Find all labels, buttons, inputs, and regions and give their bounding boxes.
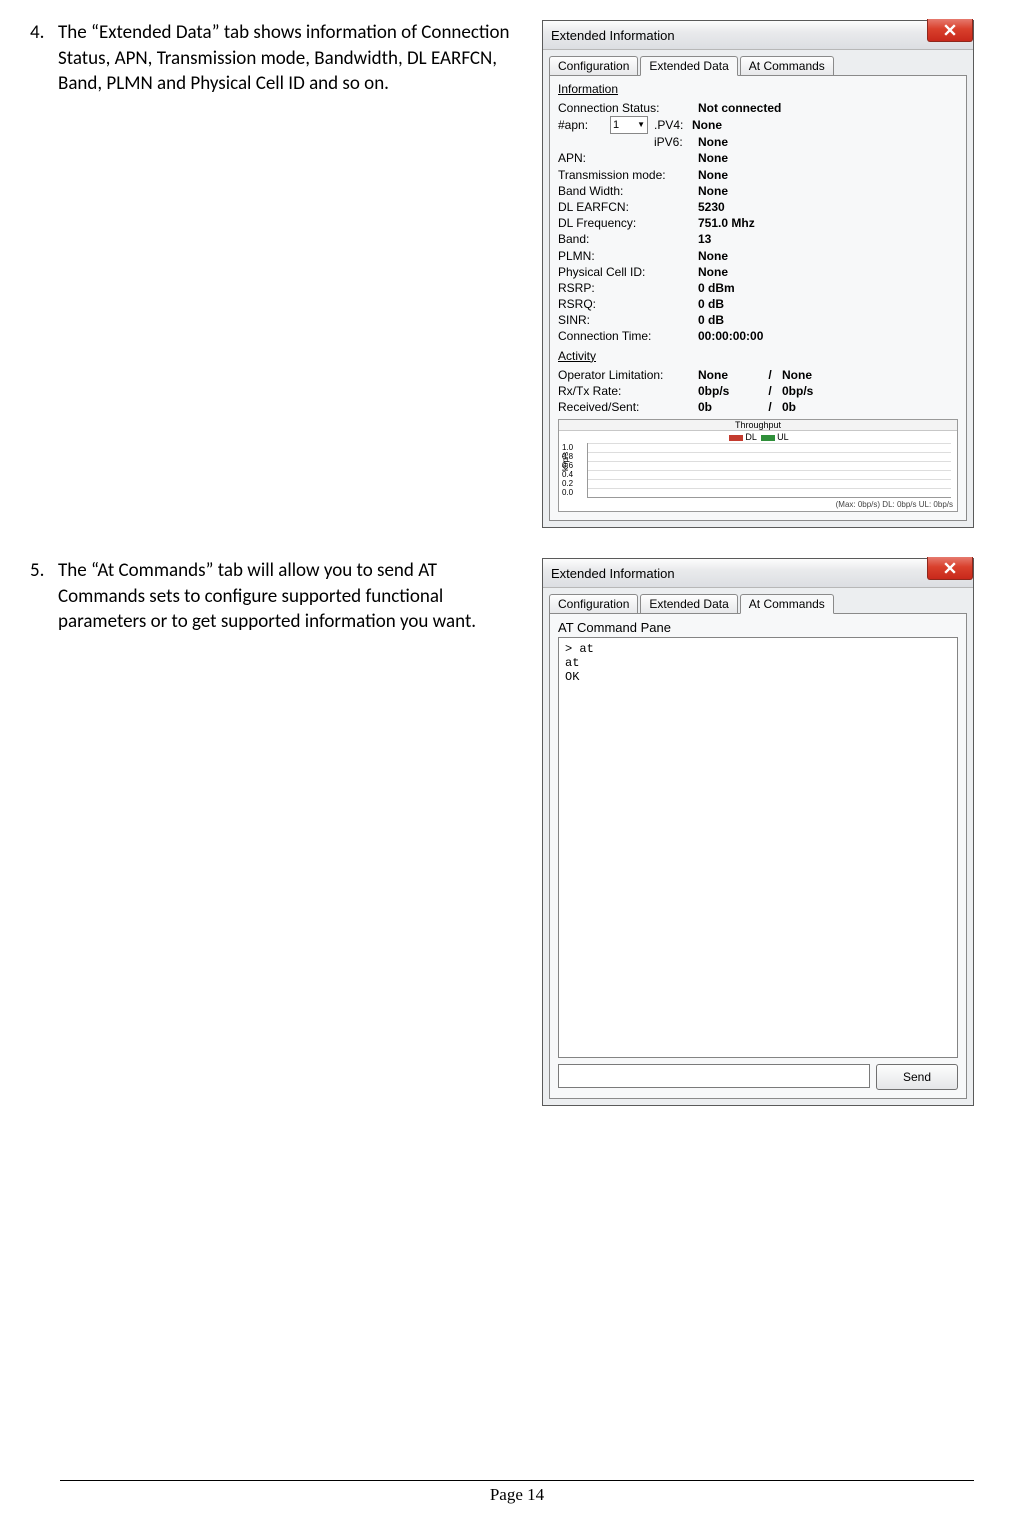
label-plmn: PLMN: [558, 248, 698, 264]
label-bandwidth: Band Width: [558, 183, 698, 199]
label-tx-mode: Transmission mode: [558, 167, 698, 183]
tab-configuration[interactable]: Configuration [549, 594, 638, 613]
label-earfcn: DL EARFCN: [558, 199, 698, 215]
at-output[interactable]: > at at OK [558, 637, 958, 1058]
titlebar[interactable]: Extended Information [543, 21, 973, 50]
window-at-commands: Extended Information Configuration Exten… [542, 558, 974, 1106]
label-rsrq: RSRQ: [558, 296, 698, 312]
titlebar[interactable]: Extended Information [543, 559, 973, 588]
close-button[interactable] [927, 557, 973, 580]
sep: / [758, 367, 782, 383]
value-rx: 0bp/s [698, 383, 758, 399]
legend-ul: UL [777, 432, 789, 442]
close-button[interactable] [927, 19, 973, 42]
label-dl-freq: DL Frequency: [558, 215, 698, 231]
at-pane-title: AT Command Pane [558, 620, 958, 635]
list-number-5: 5. [30, 558, 58, 584]
legend-dl: DL [745, 432, 756, 442]
label-op-limit: Operator Limitation: [558, 367, 698, 383]
tab-at-commands[interactable]: At Commands [740, 594, 834, 614]
chevron-down-icon: ▼ [637, 120, 645, 131]
chart-plot-area: 1.0 0.8 0.6 0.4 0.2 0.0 [587, 443, 951, 498]
value-op-a: None [698, 367, 758, 383]
label-rxtx: Rx/Tx Rate: [558, 383, 698, 399]
value-conn-time: 00:00:00:00 [698, 328, 763, 344]
label-apn-num: #apn: [558, 117, 610, 133]
legend-ul-swatch [761, 435, 775, 441]
value-pv4: None [692, 117, 722, 133]
apn-select-value: 1 [613, 118, 619, 133]
sep: / [758, 383, 782, 399]
list-desc-4: The “Extended Data” tab shows informatio… [58, 20, 542, 97]
value-band: 13 [698, 231, 711, 247]
list-desc-5: The “At Commands” tab will allow you to … [58, 558, 542, 635]
label-conn-status: Connection Status: [558, 100, 698, 116]
value-apn: None [698, 150, 728, 166]
close-icon [944, 562, 956, 574]
chart-footer: (Max: 0bp/s) DL: 0bp/s UL: 0bp/s [559, 500, 957, 511]
chart-title: Throughput [559, 420, 957, 431]
value-recv: 0b [698, 399, 758, 415]
value-sent: 0b [782, 399, 842, 415]
label-pci: Physical Cell ID: [558, 264, 698, 280]
value-earfcn: 5230 [698, 199, 725, 215]
label-recv-sent: Received/Sent: [558, 399, 698, 415]
value-pv6: None [698, 134, 728, 150]
throughput-chart: Throughput DL UL kbp/s 1.0 0.8 0.6 0.4 0… [558, 419, 958, 512]
group-activity: Activity [558, 349, 958, 363]
group-information: Information [558, 82, 958, 96]
chart-y-ticks: 1.0 0.8 0.6 0.4 0.2 0.0 [562, 443, 573, 497]
value-tx-mode: None [698, 167, 728, 183]
window-title: Extended Information [551, 28, 675, 43]
value-tx: 0bp/s [782, 383, 842, 399]
tab-at-commands[interactable]: At Commands [740, 56, 834, 75]
apn-select[interactable]: 1▼ [610, 116, 648, 134]
close-icon [944, 24, 956, 36]
window-extended-data: Extended Information Configuration Exten… [542, 20, 974, 528]
tab-extended-data[interactable]: Extended Data [640, 56, 737, 76]
value-rsrp: 0 dBm [698, 280, 735, 296]
sep: / [758, 399, 782, 415]
chart-legend: DL UL [559, 431, 957, 443]
label-apn: APN: [558, 150, 698, 166]
legend-dl-swatch [729, 435, 743, 441]
label-rsrp: RSRP: [558, 280, 698, 296]
value-bandwidth: None [698, 183, 728, 199]
at-input[interactable] [558, 1064, 870, 1088]
tab-configuration[interactable]: Configuration [549, 56, 638, 75]
label-sinr: SINR: [558, 312, 698, 328]
label-band: Band: [558, 231, 698, 247]
value-op-b: None [782, 367, 842, 383]
list-number-4: 4. [30, 20, 58, 46]
value-sinr: 0 dB [698, 312, 724, 328]
value-rsrq: 0 dB [698, 296, 724, 312]
label-conn-time: Connection Time: [558, 328, 698, 344]
label-pv6: iPV6: [654, 134, 698, 150]
value-dl-freq: 751.0 Mhz [698, 215, 755, 231]
value-plmn: None [698, 248, 728, 264]
window-title: Extended Information [551, 566, 675, 581]
send-button[interactable]: Send [876, 1064, 958, 1090]
value-conn-status: Not connected [698, 100, 781, 116]
value-pci: None [698, 264, 728, 280]
label-pv4: .PV4: [654, 117, 692, 133]
page-footer: Page 14 [60, 1480, 974, 1505]
tab-extended-data[interactable]: Extended Data [640, 594, 737, 613]
